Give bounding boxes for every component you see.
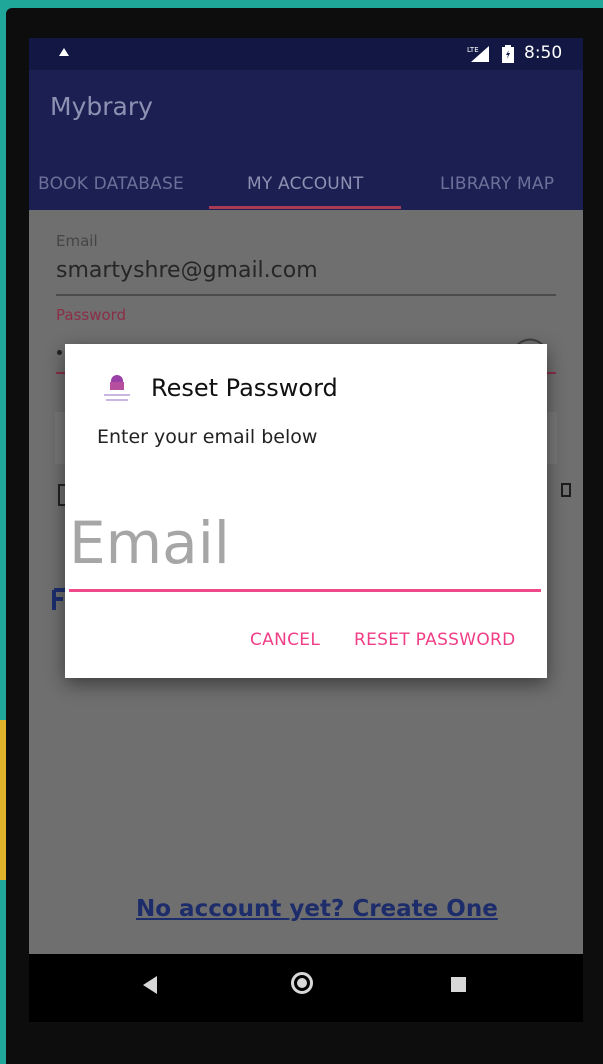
email-field[interactable]: smartyshre@gmail.com (56, 258, 318, 283)
cancel-button[interactable]: CANCEL (250, 630, 320, 650)
back-icon[interactable] (143, 976, 157, 994)
app-logo-icon (104, 375, 130, 401)
status-bar: LTE 8:50 (29, 38, 583, 70)
notification-icon (59, 48, 69, 56)
email-underline (56, 294, 556, 296)
tab-library-map[interactable]: LIBRARY MAP (440, 174, 554, 214)
battery-icon (502, 45, 514, 63)
checkbox-label-fragment (561, 483, 571, 497)
dialog-title: Reset Password (151, 374, 338, 402)
home-icon[interactable] (291, 972, 313, 994)
navigation-bar (29, 954, 583, 1022)
app-bar: Mybrary BOOK DATABASE MY ACCOUNT LIBRARY… (29, 70, 583, 210)
reset-email-input[interactable] (69, 496, 541, 592)
reset-password-button[interactable]: RESET PASSWORD (354, 630, 516, 650)
email-label: Email (56, 232, 98, 250)
tab-book-database[interactable]: BOOK DATABASE (38, 174, 184, 214)
svg-text:LTE: LTE (467, 46, 479, 54)
create-account-link[interactable]: No account yet? Create One (136, 896, 498, 922)
password-label: Password (56, 306, 127, 324)
password-field[interactable] (57, 350, 62, 355)
lte-signal-icon: LTE (467, 46, 489, 62)
selected-tab-indicator (209, 206, 401, 209)
app-title: Mybrary (50, 92, 153, 121)
reset-password-dialog: Reset Password Enter your email below CA… (65, 344, 547, 678)
recents-icon[interactable] (451, 977, 466, 992)
dialog-message: Enter your email below (97, 426, 318, 448)
clock: 8:50 (524, 43, 563, 63)
